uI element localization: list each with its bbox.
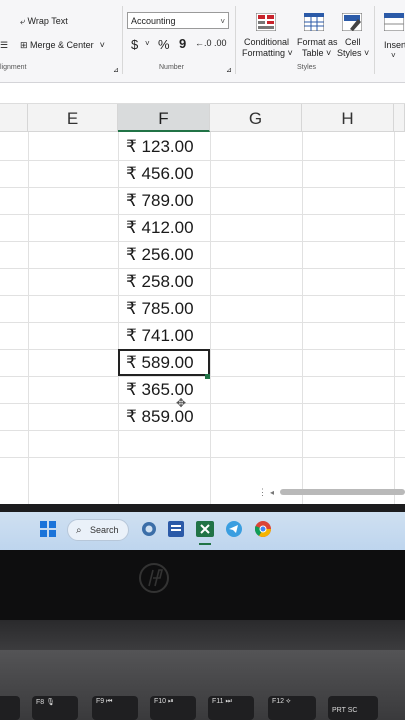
key-f10: F10 ⏯: [150, 696, 196, 720]
airplane-mode-icon: ⟡: [286, 698, 291, 705]
insert-cells-icon: [384, 13, 404, 31]
taskbar: [0, 512, 405, 550]
cell-styles-icon: [342, 13, 362, 31]
key-f8: F8 🎙: [32, 696, 78, 720]
key-f11: F11 ⏭: [208, 696, 254, 720]
column-header-g[interactable]: G: [210, 104, 302, 132]
wrap-text-icon: ⤶: [20, 16, 28, 26]
telegram-icon[interactable]: [226, 521, 242, 537]
separator: [374, 6, 375, 74]
windows-start-icon[interactable]: [40, 521, 56, 537]
previous-track-icon: ⏮: [106, 698, 113, 705]
cell-f[interactable]: ₹ 456.00: [118, 160, 210, 187]
ribbon: ⤶ Wrap Text ⊞ Merge & Center ˅ ☰ lignment…: [0, 0, 405, 83]
gridline: [0, 430, 405, 431]
cell-f[interactable]: ₹ 365.00: [118, 376, 210, 403]
key-f12: F12 ⟡: [268, 696, 316, 720]
alignment-group-label: lignment: [0, 64, 27, 71]
move-cursor-icon: ✥: [176, 396, 187, 410]
search-icon: ⌕: [76, 525, 82, 536]
taskbar-search[interactable]: ⌕ Search: [67, 519, 129, 541]
formula-bar-area: [0, 83, 405, 104]
cell-f[interactable]: ₹ 789.00: [118, 187, 210, 214]
key-f9: F9 ⏮: [92, 696, 138, 720]
fill-handle[interactable]: [205, 374, 210, 379]
wrap-text-button[interactable]: ⤶ Wrap Text: [20, 16, 68, 27]
chevron-down-icon: ˅: [220, 17, 225, 26]
mic-mute-icon: 🎙: [46, 699, 56, 706]
number-group-label: Number: [159, 64, 184, 71]
cell-f[interactable]: ₹ 123.00: [118, 133, 210, 160]
active-app-indicator: [199, 543, 211, 545]
align-icon[interactable]: ☰: [0, 40, 8, 51]
increase-decimal-icon[interactable]: ←.0: [195, 38, 212, 48]
cell-f[interactable]: ₹ 258.00: [118, 268, 210, 295]
cell-f[interactable]: ₹ 859.00: [118, 403, 210, 430]
chrome-icon[interactable]: [255, 521, 271, 537]
scroll-left-icon[interactable]: ◂: [270, 488, 274, 497]
separator: [122, 6, 123, 74]
separator: [235, 6, 236, 74]
cell-f[interactable]: ₹ 741.00: [118, 322, 210, 349]
column-header-partial[interactable]: [0, 104, 28, 132]
styles-group-label: Styles: [297, 64, 317, 71]
column-header-f[interactable]: F: [118, 104, 210, 132]
conditional-formatting-icon: [256, 13, 276, 31]
scroll-split-handle[interactable]: ⋮: [258, 487, 267, 498]
format-as-table-icon: [304, 13, 324, 31]
active-cell[interactable]: ₹ 589.00: [118, 349, 210, 376]
horizontal-scrollbar[interactable]: [280, 489, 405, 495]
next-track-icon: ⏭: [225, 698, 232, 705]
excel-icon[interactable]: [196, 521, 214, 537]
play-pause-icon: ⏯: [168, 698, 174, 705]
chevron-down-icon: ˅: [391, 51, 396, 60]
column-header-e[interactable]: E: [28, 104, 118, 132]
chevron-down-icon: ˅: [99, 40, 105, 50]
hp-logo-icon: [139, 563, 169, 593]
worksheet-grid[interactable]: E F G H ₹ 123.00 ₹ 456.00 ₹ 789.00 ₹ 412…: [0, 104, 405, 504]
comma-button[interactable]: 9: [179, 36, 186, 51]
merge-center-button[interactable]: ⊞ Merge & Center ˅: [20, 40, 105, 51]
decrease-decimal-icon[interactable]: .00: [214, 38, 227, 48]
column-header-h[interactable]: H: [302, 104, 394, 132]
currency-button[interactable]: $: [131, 37, 138, 52]
cell-f[interactable]: ₹ 785.00: [118, 295, 210, 322]
percent-button[interactable]: %: [158, 37, 170, 52]
gridline: [0, 457, 405, 458]
number-launcher-icon[interactable]: ⊿: [226, 66, 232, 74]
key-prtsc: PRT SC: [328, 696, 378, 720]
key-partial: [0, 696, 20, 720]
copilot-icon[interactable]: [141, 521, 157, 537]
cell-f[interactable]: ₹ 256.00: [118, 241, 210, 268]
alignment-launcher-icon[interactable]: ⊿: [113, 66, 119, 74]
cell-f[interactable]: ₹ 412.00: [118, 214, 210, 241]
word-icon[interactable]: [168, 521, 184, 537]
number-format-dropdown[interactable]: Accounting ˅: [127, 12, 229, 29]
column-header-partial[interactable]: [394, 104, 405, 132]
merge-icon: ⊞: [20, 40, 31, 50]
currency-dropdown[interactable]: ˅: [145, 39, 150, 48]
laptop-hinge: [0, 620, 405, 650]
